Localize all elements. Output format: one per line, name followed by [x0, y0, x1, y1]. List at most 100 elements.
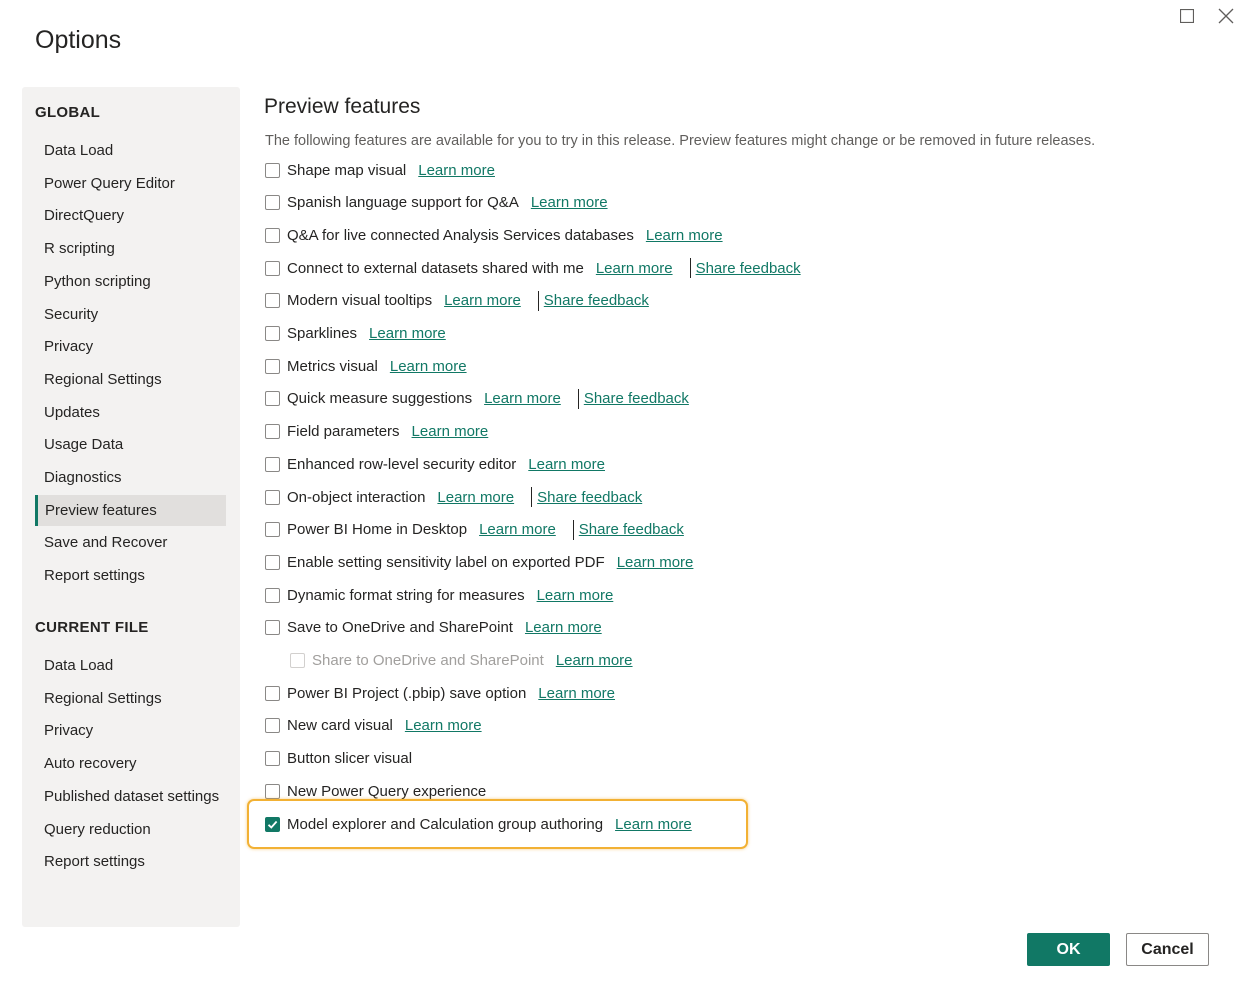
feature-label: New card visual [287, 717, 393, 735]
feature-checkbox[interactable] [265, 522, 280, 538]
learn-more-link[interactable]: Learn more [369, 325, 446, 342]
learn-more-link[interactable]: Learn more [537, 587, 614, 604]
learn-more-link[interactable]: Learn more [412, 423, 489, 440]
feature-checkbox[interactable] [265, 718, 280, 734]
share-feedback-link[interactable]: Share feedback [584, 390, 689, 407]
link-separator [531, 487, 533, 507]
feature-row: Button slicer visual [265, 748, 412, 770]
sidebar-item-updates[interactable]: Updates [35, 397, 226, 428]
learn-more-link[interactable]: Learn more [437, 489, 514, 506]
learn-more-link[interactable]: Learn more [528, 456, 605, 473]
link-separator [537, 290, 539, 311]
page-title: Preview features [264, 95, 421, 118]
learn-more-link[interactable]: Learn more [538, 685, 615, 702]
feature-label: Field parameters [287, 423, 400, 441]
sidebar-item-save-and-recover[interactable]: Save and Recover [35, 527, 226, 558]
feature-checkbox[interactable] [265, 424, 280, 440]
learn-more-link[interactable]: Learn more [646, 227, 723, 244]
feature-row: Connect to external datasets shared with… [265, 257, 801, 279]
feature-label: Spanish language support for Q&A [287, 194, 519, 212]
feature-checkbox [290, 653, 305, 668]
sidebar-item-directquery[interactable]: DirectQuery [35, 200, 226, 231]
maximize-icon [1180, 9, 1194, 23]
learn-more-link[interactable]: Learn more [617, 554, 694, 571]
sidebar-item-preview-features[interactable]: Preview features [35, 494, 226, 526]
learn-more-link[interactable]: Learn more [444, 292, 521, 309]
feature-label: Shape map visual [287, 161, 407, 179]
share-feedback-link[interactable]: Share feedback [537, 489, 642, 506]
sidebar-item-current-regional-settings[interactable]: Regional Settings [35, 683, 226, 714]
learn-more-link[interactable]: Learn more [531, 194, 608, 211]
sidebar-item-usage-data[interactable]: Usage Data [35, 429, 226, 460]
learn-more-link[interactable]: Learn more [390, 358, 467, 375]
sidebar-item-power-query-editor[interactable]: Power Query Editor [35, 168, 226, 199]
learn-more-link[interactable]: Learn more [484, 390, 561, 407]
sidebar-item-privacy[interactable]: Privacy [35, 331, 226, 362]
sidebar-item-current-data-load[interactable]: Data Load [35, 650, 226, 681]
feature-checkbox[interactable] [265, 326, 280, 341]
cancel-button[interactable]: Cancel [1126, 933, 1209, 966]
feature-row: Save to OneDrive and SharePoint Learn mor… [265, 617, 602, 639]
sidebar-item-data-load[interactable]: Data Load [35, 135, 226, 166]
feature-label: Save to OneDrive and SharePoint [287, 619, 513, 637]
feature-label: New Power Query experience [287, 782, 487, 800]
feature-checkbox[interactable] [265, 783, 280, 799]
feature-checkbox[interactable] [265, 358, 280, 374]
feature-label: On-object interaction [287, 488, 426, 506]
feature-checkbox[interactable] [265, 260, 280, 276]
close-button[interactable] [1214, 4, 1238, 28]
feature-label: Button slicer visual [287, 750, 413, 768]
learn-more-link[interactable]: Learn more [418, 162, 495, 179]
feature-checkbox[interactable] [265, 195, 280, 211]
feature-label: Quick measure suggestions [287, 390, 473, 408]
feature-row: Q&A for live connected Analysis Services… [265, 224, 723, 246]
feature-row: Spanish language support for Q&A Learn mo… [265, 192, 608, 214]
page-description: The following features are available for… [265, 133, 1096, 149]
link-separator [572, 519, 574, 540]
ok-button[interactable]: OK [1027, 933, 1110, 966]
sidebar-item-diagnostics[interactable]: Diagnostics [35, 462, 226, 493]
highlight-box [247, 799, 748, 849]
sidebar-item-r-scripting[interactable]: R scripting [35, 233, 226, 264]
maximize-button[interactable] [1175, 4, 1199, 28]
link-separator [689, 258, 691, 279]
learn-more-link[interactable]: Learn more [596, 260, 673, 277]
feature-checkbox[interactable] [265, 489, 280, 505]
learn-more-link[interactable]: Learn more [405, 717, 482, 734]
sidebar-item-current-report-settings[interactable]: Report settings [35, 846, 226, 877]
feature-label: Enhanced row-level security editor [287, 455, 517, 473]
feature-checkbox[interactable] [265, 587, 280, 603]
feature-checkbox[interactable] [265, 293, 280, 309]
share-feedback-link[interactable]: Share feedback [544, 292, 649, 309]
learn-more-link[interactable]: Learn more [479, 521, 556, 538]
sidebar-item-python-scripting[interactable]: Python scripting [35, 266, 226, 297]
feature-label: Power BI Project (.pbip) save option [287, 684, 527, 702]
feature-label: Power BI Home in Desktop [287, 521, 468, 539]
share-feedback-link[interactable]: Share feedback [579, 521, 684, 538]
feature-checkbox[interactable] [265, 685, 280, 701]
learn-more-link[interactable]: Learn more [525, 619, 602, 636]
feature-checkbox[interactable] [265, 620, 280, 636]
sidebar-item-current-query-reduction[interactable]: Query reduction [35, 814, 226, 845]
sidebar-item-regional-settings[interactable]: Regional Settings [35, 364, 226, 395]
feature-label: Dynamic format string for measures [287, 586, 525, 604]
feature-row: Field parameters Learn more [265, 421, 488, 443]
feature-checkbox[interactable] [265, 554, 280, 570]
feature-row: Power BI Home in Desktop Learn more Share … [265, 519, 684, 541]
feature-label: Share to OneDrive and SharePoint [312, 652, 544, 669]
feature-checkbox[interactable] [265, 227, 280, 243]
sidebar-item-report-settings[interactable]: Report settings [35, 560, 226, 591]
feature-row: Enable setting sensitivity label on expo… [265, 551, 693, 573]
feature-checkbox[interactable] [265, 751, 280, 767]
sidebar-item-current-privacy[interactable]: Privacy [35, 715, 226, 746]
share-feedback-link[interactable]: Share feedback [696, 260, 801, 277]
feature-checkbox[interactable] [265, 391, 280, 407]
sidebar-item-current-published-dataset-settings[interactable]: Published dataset settings [35, 781, 226, 812]
feature-checkbox[interactable] [265, 456, 280, 472]
feature-label: Enable setting sensitivity label on expo… [287, 553, 605, 571]
sidebar-item-security[interactable]: Security [35, 299, 226, 330]
sidebar-item-current-auto-recovery[interactable]: Auto recovery [35, 748, 226, 779]
feature-row: On-object interaction Learn more Share fee… [265, 486, 642, 508]
feature-checkbox[interactable] [265, 162, 280, 178]
learn-more-link[interactable]: Learn more [556, 652, 633, 669]
